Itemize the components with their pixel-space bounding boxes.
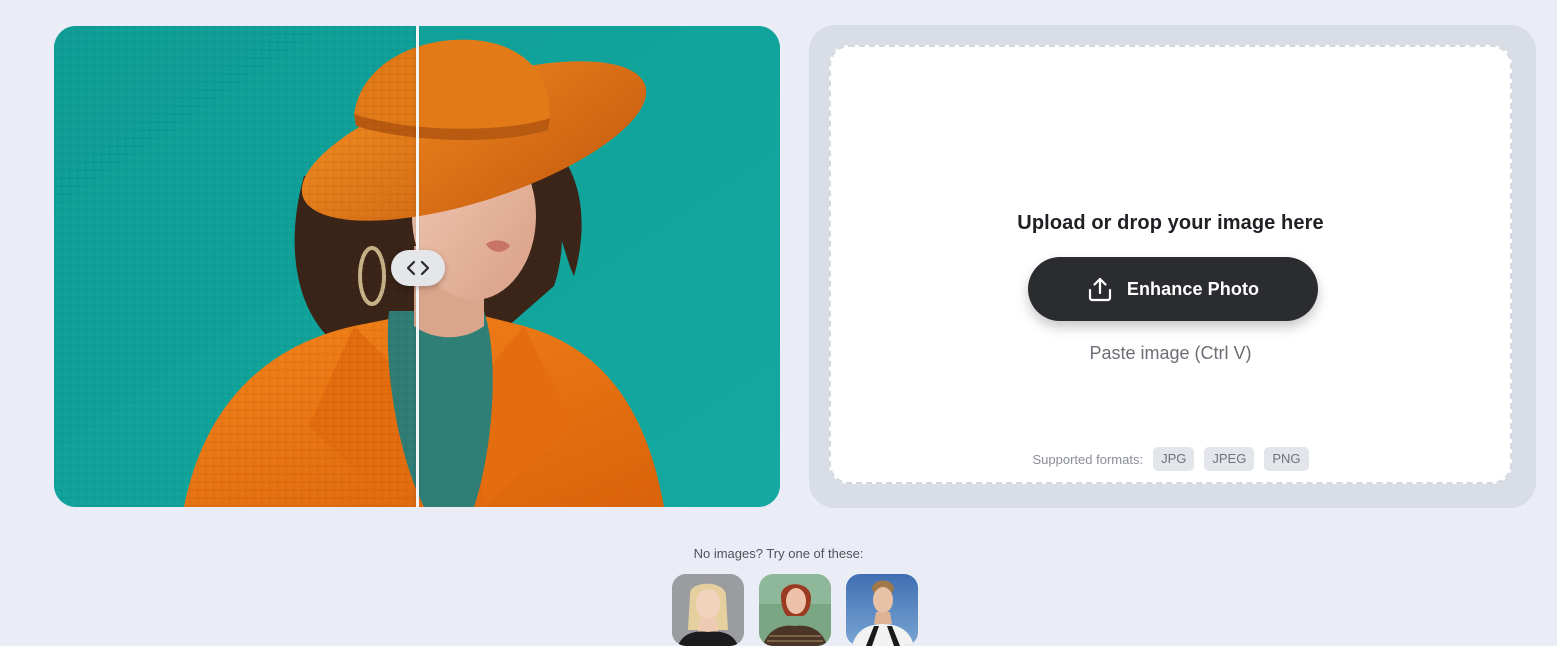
enhance-photo-label: Enhance Photo (1126, 278, 1260, 299)
sample-man-blue-sky-thumbnail (846, 574, 918, 646)
samples-label: No images? Try one of these: (693, 546, 864, 561)
sample-images (672, 574, 918, 646)
chevron-left-right-icon (406, 260, 430, 276)
before-after-comparison[interactable] (54, 26, 780, 507)
upload-title: Upload or drop your image here (1017, 212, 1324, 234)
supported-formats-label: Supported formats: (1032, 451, 1144, 467)
upload-dropzone[interactable]: Upload or drop your image here Enhance P… (829, 45, 1512, 484)
sample-image-2[interactable] (759, 574, 831, 646)
supported-formats: Supported formats: JPG JPEG PNG (831, 447, 1510, 471)
upload-panel: Upload or drop your image here Enhance P… (809, 25, 1536, 508)
upload-icon (1088, 277, 1111, 302)
sample-blonde-woman-thumbnail (672, 574, 744, 646)
format-badge-png: PNG (1264, 447, 1309, 471)
format-badge-jpg: JPG (1153, 447, 1195, 471)
sample-image-1[interactable] (672, 574, 744, 646)
enhance-photo-button[interactable]: Enhance Photo (1028, 257, 1318, 321)
sample-image-3[interactable] (846, 574, 918, 646)
paste-hint: Paste image (Ctrl V) (1089, 343, 1252, 363)
comparison-slider-handle[interactable] (391, 250, 445, 286)
format-badge-jpeg: JPEG (1204, 447, 1255, 471)
sample-redhead-woman-thumbnail (759, 574, 831, 646)
